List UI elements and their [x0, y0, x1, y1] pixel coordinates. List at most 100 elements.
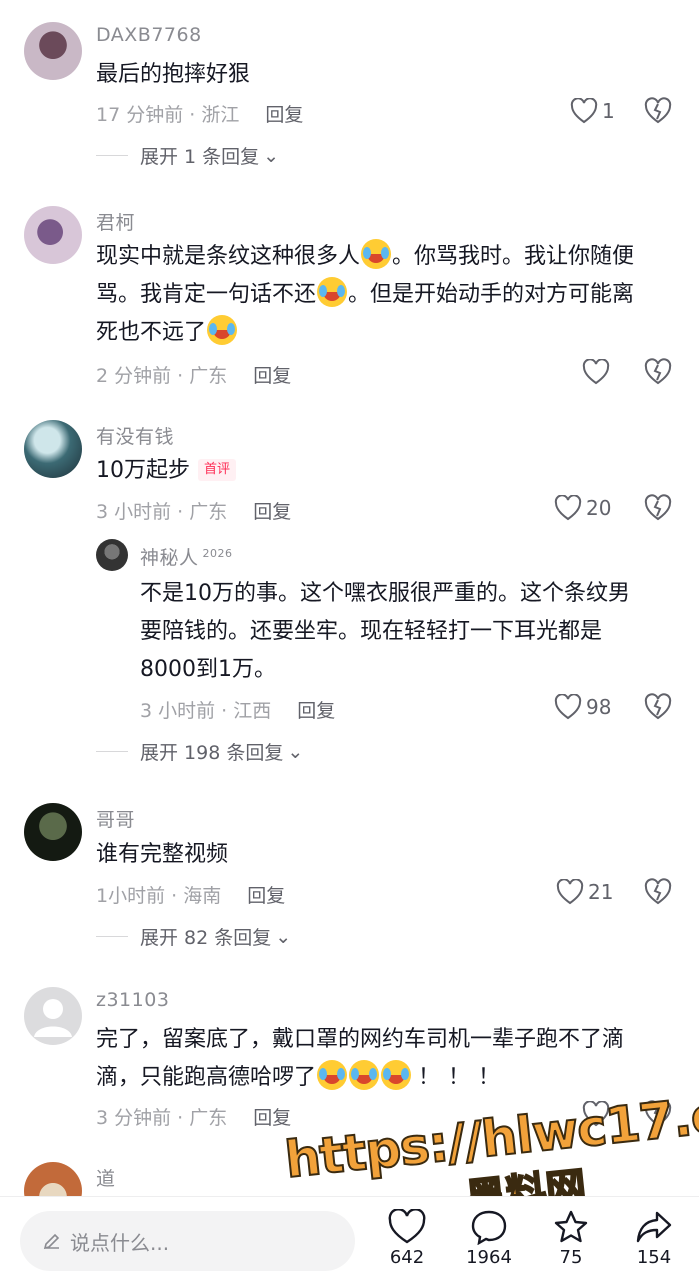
comment-text: 10万起步 首评: [96, 452, 671, 490]
comment-text-part: 10万起步: [96, 458, 190, 483]
comment-meta: 1小时前 · 海南 回复: [96, 881, 285, 908]
like-button[interactable]: 20: [554, 495, 611, 521]
comment-username[interactable]: 有没有钱: [96, 422, 174, 449]
comment-text: 完了，留案底了，戴口罩的网约车司机一辈子跑不了滴 滴，只能跑高德哈啰了 ！！！: [96, 1021, 671, 1097]
heart-icon: [556, 879, 584, 905]
comment-text-part: 现实中就是条纹这种很多人: [96, 244, 361, 269]
chevron-down-icon: ⌄: [287, 740, 304, 763]
crying-laughing-emoji-icon: [361, 239, 392, 269]
reply-avatar[interactable]: [96, 539, 128, 571]
comment-text-part: 骂。我肯定一句话不还: [96, 282, 317, 307]
reply-button[interactable]: 回复: [253, 501, 291, 523]
share-icon: [636, 1211, 672, 1243]
share-action[interactable]: 154: [619, 1209, 689, 1268]
reply-button[interactable]: 回复: [265, 104, 303, 126]
avatar[interactable]: [24, 22, 82, 80]
dislike-icon[interactable]: [644, 1100, 672, 1128]
comment-text-part: 。但是开始动手的对方可能离: [348, 282, 635, 307]
reply-meta: 3 小时前 · 江西 回复: [140, 696, 335, 723]
comment-meta: 2 分钟前 · 广东 回复: [96, 361, 291, 388]
expand-label: 展开 198 条回复: [140, 742, 284, 764]
comment-text-part: ！！！: [418, 1065, 509, 1090]
expand-replies[interactable]: 展开 1 条回复 ⌄: [96, 142, 279, 169]
divider: [96, 936, 128, 937]
chevron-down-icon: ⌄: [263, 144, 280, 167]
like-count: 98: [586, 695, 612, 719]
reply-text: 不是10万的事。这个嘿衣服很严重的。这个条纹男 要陪钱的。还要坐牢。现在轻轻打一…: [140, 575, 671, 689]
dislike-icon[interactable]: [644, 358, 672, 386]
expand-replies[interactable]: 展开 198 条回复 ⌄: [96, 738, 303, 765]
comment-action[interactable]: 1964: [454, 1209, 524, 1268]
comment-input[interactable]: 说点什么...: [20, 1211, 355, 1271]
avatar[interactable]: [24, 803, 82, 861]
comment-text-part: 滴，只能跑高德哈啰了: [96, 1065, 317, 1090]
like-count: 1: [602, 99, 615, 123]
favorite-count: 75: [559, 1247, 583, 1268]
comment-username[interactable]: 君柯: [96, 208, 135, 235]
like-button[interactable]: [582, 1101, 610, 1127]
like-button[interactable]: 1: [570, 98, 615, 124]
expand-label: 展开 82 条回复: [140, 927, 272, 949]
like-button[interactable]: [582, 359, 610, 385]
comment-text: 最后的抱摔好狠: [96, 62, 251, 87]
comment-time-location: 17 分钟前 · 浙江: [96, 104, 240, 126]
favorite-action[interactable]: 75: [536, 1209, 606, 1268]
comment-text-part: 。你骂我时。我让你随便: [392, 244, 635, 269]
like-button[interactable]: 98: [554, 694, 611, 720]
heart-icon: [554, 694, 582, 720]
comment-username[interactable]: z31103: [96, 989, 169, 1011]
first-comment-badge: 首评: [198, 459, 237, 481]
reply-user-tag: 2026: [202, 546, 233, 560]
crying-laughing-emoji-icon: [317, 277, 348, 307]
like-count: 642: [389, 1247, 425, 1268]
default-avatar-icon: [34, 999, 72, 1037]
comment-input-placeholder: 说点什么...: [70, 1230, 170, 1255]
divider: [96, 751, 128, 752]
crying-laughing-emoji-icon: [317, 1060, 348, 1090]
reply-button[interactable]: 回复: [253, 1107, 291, 1129]
avatar[interactable]: [24, 420, 82, 478]
comment-username[interactable]: 哥哥: [96, 805, 135, 832]
comment-text: 现实中就是条纹这种很多人 。你骂我时。我让你随便 骂。我肯定一句话不还 。但是开始动…: [96, 238, 671, 352]
like-count: 20: [586, 496, 612, 520]
comment-text: 谁有完整视频: [96, 842, 229, 867]
reply-text-part: 8000到1万。: [140, 657, 276, 682]
share-count: 154: [636, 1247, 672, 1268]
crying-laughing-emoji-icon: [349, 1060, 380, 1090]
avatar[interactable]: [24, 206, 82, 264]
heart-icon: [554, 495, 582, 521]
avatar[interactable]: [24, 987, 82, 1045]
comment-meta: 3 小时前 · 广东 回复: [96, 497, 291, 524]
reply-username[interactable]: 神秘人 2026: [140, 543, 233, 570]
pencil-icon: [43, 1233, 60, 1250]
heart-icon: [388, 1209, 426, 1244]
reply-button[interactable]: 回复: [297, 700, 335, 722]
like-action[interactable]: 642: [372, 1209, 442, 1268]
star-icon: [554, 1210, 588, 1243]
crying-laughing-emoji-icon: [207, 315, 238, 345]
comment-meta: 3 分钟前 · 广东 回复: [96, 1103, 291, 1130]
comment-username[interactable]: DAXB7768: [96, 24, 202, 46]
comment-time-location: 2 分钟前 · 广东: [96, 365, 228, 387]
dislike-icon[interactable]: [644, 693, 672, 721]
chevron-down-icon: ⌄: [275, 925, 292, 948]
reply-username-text: 神秘人: [140, 547, 199, 569]
like-button[interactable]: 21: [556, 879, 613, 905]
expand-label: 展开 1 条回复: [140, 146, 260, 168]
dislike-icon[interactable]: [644, 97, 672, 125]
reply-time-location: 3 小时前 · 江西: [140, 700, 272, 722]
reply-button[interactable]: 回复: [247, 885, 285, 907]
dislike-icon[interactable]: [644, 494, 672, 522]
watermark-url: https://hlwc17.com: [281, 1076, 699, 1190]
expand-replies[interactable]: 展开 82 条回复 ⌄: [96, 923, 291, 950]
divider: [96, 155, 128, 156]
comment-count: 1964: [466, 1247, 512, 1268]
reply-text-part: 要陪钱的。还要坐牢。现在轻轻打一下耳光都是: [140, 619, 603, 644]
reply-text-part: 不是10万的事。这个嘿衣服很严重的。这个条纹男: [140, 581, 630, 606]
dislike-icon[interactable]: [644, 878, 672, 906]
comment-username[interactable]: 道: [96, 1164, 116, 1191]
comment-time-location: 3 小时前 · 广东: [96, 501, 228, 523]
crying-laughing-emoji-icon: [381, 1060, 412, 1090]
reply-button[interactable]: 回复: [253, 365, 291, 387]
comment-text-part: 死也不远了: [96, 320, 207, 345]
